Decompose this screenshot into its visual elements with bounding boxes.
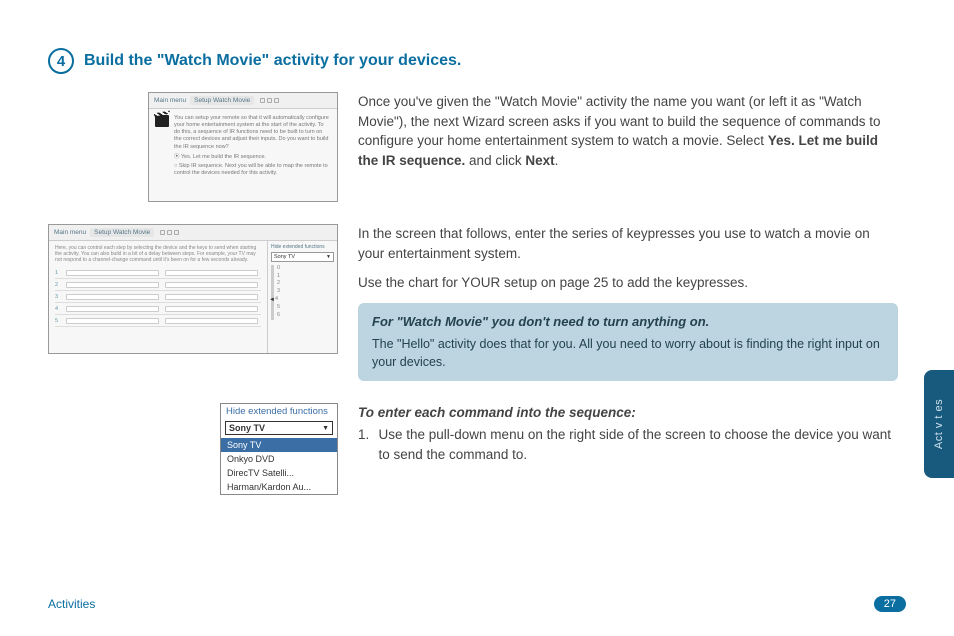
- section2-para2: Use the chart for YOUR setup on page 25 …: [358, 273, 898, 293]
- section-3: Hide extended functions Sony TV▼ Sony TV…: [48, 403, 898, 495]
- wizard-screenshot-2: Main menu Setup Watch Movie Here, you ca…: [48, 224, 338, 354]
- wizard-screenshot-1: Main menu Setup Watch Movie You can setu…: [148, 92, 338, 202]
- breadcrumb-main-2: Main menu: [54, 229, 86, 236]
- dropdown-header: Hide extended functions: [221, 404, 337, 418]
- footer-section: Activities: [48, 597, 95, 611]
- callout-box: For "Watch Movie" you don't need to turn…: [358, 303, 898, 381]
- wizard-body-text: You can setup your remote so that it wil…: [174, 115, 331, 151]
- wizard2-desc: Here, you can control each step by selec…: [55, 245, 261, 263]
- section2-para1: In the screen that follows, enter the se…: [358, 224, 898, 263]
- dropdown-option: Harman/Kardon Au...: [221, 480, 337, 494]
- list-item: 1. Use the pull-down menu on the right s…: [358, 425, 898, 464]
- callout-title: For "Watch Movie" you don't need to turn…: [372, 313, 884, 332]
- page-number: 27: [874, 596, 906, 612]
- breadcrumb-setup: Setup Watch Movie: [190, 96, 254, 105]
- callout-body: The "Hello" activity does that for you. …: [372, 337, 880, 369]
- device-select: Sony TV▼: [271, 252, 334, 262]
- list-text: Use the pull-down menu on the right side…: [379, 425, 899, 464]
- clapboard-icon: [155, 115, 169, 127]
- breadcrumb-setup-2: Setup Watch Movie: [90, 228, 154, 237]
- dropdown-option: DirecTV Satelli...: [221, 466, 337, 480]
- wizard-option-yes: Yes. Let me build the IR sequence.: [181, 154, 266, 160]
- list-number: 1.: [358, 425, 371, 464]
- sequence-rows: 1 2 3 4 5: [55, 267, 261, 327]
- breadcrumb-main: Main menu: [154, 97, 186, 104]
- window-controls-icon: [260, 98, 279, 103]
- step-number-badge: 4: [48, 48, 74, 74]
- section-1: Main menu Setup Watch Movie You can setu…: [48, 92, 898, 202]
- section3-subhead: To enter each command into the sequence:: [358, 403, 898, 423]
- section1-paragraph: Once you've given the "Watch Movie" acti…: [358, 92, 898, 170]
- dropdown-screenshot: Hide extended functions Sony TV▼ Sony TV…: [220, 403, 338, 495]
- side-panel-label: Hide extended functions: [271, 244, 334, 250]
- dropdown-option: Sony TV: [221, 438, 337, 452]
- wizard-option-skip: Skip IR sequence. Next you will be able …: [174, 163, 328, 176]
- step-title: Build the "Watch Movie" activity for you…: [84, 52, 461, 70]
- window-controls-icon: [160, 230, 179, 235]
- side-tab-activities: Act v t es: [924, 370, 954, 478]
- chevron-down-icon: ▼: [326, 254, 331, 260]
- dropdown-selected: Sony TV▼: [225, 421, 333, 435]
- page-footer: Activities 27: [48, 596, 906, 612]
- step-header: 4 Build the "Watch Movie" activity for y…: [48, 48, 898, 74]
- section-2: Main menu Setup Watch Movie Here, you ca…: [48, 224, 898, 381]
- chevron-down-icon: ▼: [322, 425, 329, 432]
- dropdown-option: Onkyo DVD: [221, 452, 337, 466]
